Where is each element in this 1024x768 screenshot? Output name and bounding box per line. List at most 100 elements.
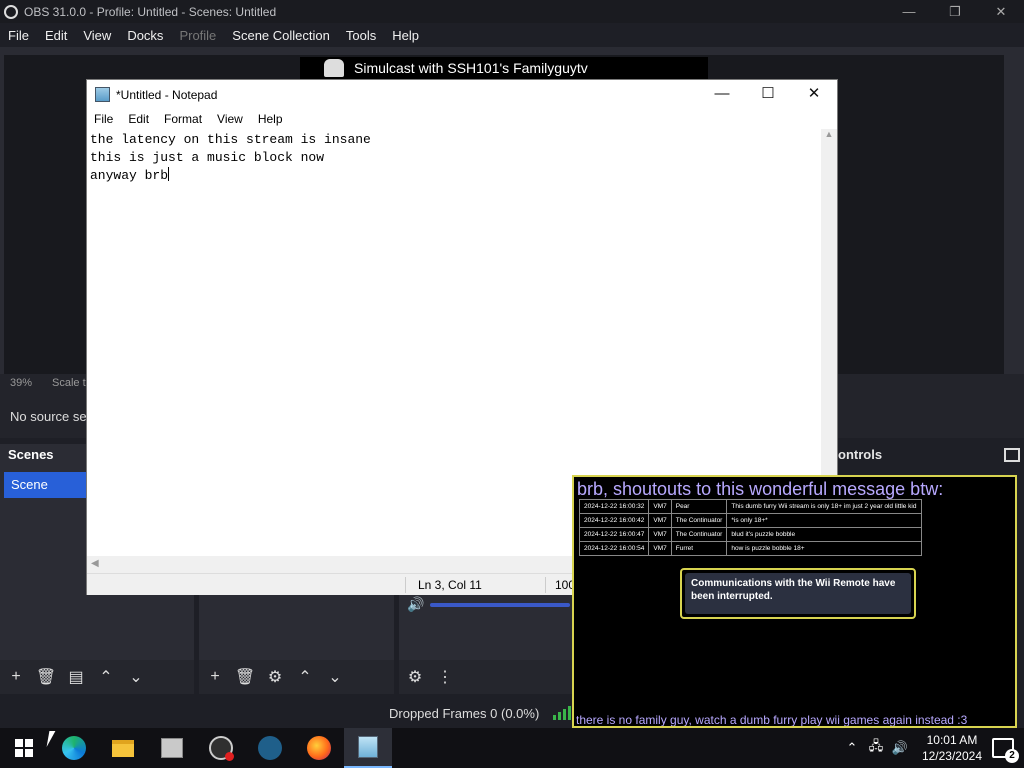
- obs-window-title: OBS 31.0.0 - Profile: Untitled - Scenes:…: [24, 4, 277, 19]
- text-line: anyway brb: [90, 168, 169, 183]
- wii-remote-dialog: Communications with the Wii Remote have …: [680, 568, 916, 619]
- text-line: the latency on this stream is insane: [90, 132, 371, 147]
- source-up-icon[interactable]: ⌃: [295, 667, 315, 687]
- msg-tag: VM7: [648, 499, 672, 514]
- dropped-frames: Dropped Frames 0 (0.0%): [389, 706, 540, 721]
- message-table: 2024-12-22 16:00:32 VM7 Pear This dumb f…: [578, 499, 922, 556]
- notification-icon[interactable]: 2: [992, 738, 1019, 763]
- ghost-icon: [324, 59, 344, 77]
- table-row: 2024-12-22 16:00:42 VM7 The Continuator …: [578, 513, 922, 528]
- notepad-menu-bar: File Edit Format View Help: [87, 109, 837, 129]
- banner-text: Simulcast with SSH101's Familyguytv: [354, 60, 588, 76]
- msg-user: The Continuator: [670, 513, 728, 528]
- desktop: { "obs": { "title": "OBS 31.0.0 - Profil…: [0, 0, 1024, 768]
- obs-icon[interactable]: [197, 728, 245, 768]
- notepad-icon: [95, 87, 110, 102]
- simulcast-banner: Simulcast with SSH101's Familyguytv: [300, 57, 708, 79]
- app-icon[interactable]: [246, 728, 294, 768]
- app-icon[interactable]: [148, 728, 196, 768]
- msg-tag: VM7: [648, 527, 672, 542]
- clock-time: 10:01 AM: [926, 733, 978, 747]
- text-line: this is just a music block now: [90, 150, 325, 165]
- notification-count: 2: [1005, 749, 1019, 763]
- table-row: 2024-12-22 16:00:47 VM7 The Continuator …: [578, 527, 922, 542]
- add-source-icon[interactable]: +: [205, 667, 225, 687]
- clock-date: 12/23/2024: [921, 749, 982, 763]
- obs-menu-view[interactable]: View: [75, 28, 119, 43]
- overlay-heading: brb, shoutouts to this wonderful message…: [577, 479, 944, 499]
- obs-logo-icon: [4, 4, 18, 19]
- edge-icon[interactable]: [50, 728, 98, 768]
- zoom-level: 39%: [10, 377, 33, 389]
- obs-menu-help[interactable]: Help: [384, 28, 427, 43]
- source-down-icon[interactable]: ⌄: [325, 667, 345, 687]
- start-icon[interactable]: [0, 728, 48, 768]
- obs-title-bar: OBS 31.0.0 - Profile: Untitled - Scenes:…: [0, 0, 1024, 23]
- msg-text: *is only 18+*: [726, 513, 922, 528]
- msg-text: This dumb furry Wii stream is only 18+ i…: [726, 499, 922, 514]
- obs-menu-scene-collection[interactable]: Scene Collection: [224, 28, 338, 43]
- notepad-menu-help[interactable]: Help: [251, 112, 291, 126]
- msg-time: 2024-12-22 16:00:54: [578, 541, 650, 556]
- notepad-minimize-button[interactable]: —: [699, 80, 745, 108]
- obs-minimize-button[interactable]: —: [886, 0, 932, 23]
- scroll-up-icon[interactable]: ▲: [821, 129, 837, 139]
- sources-toolbar: + 🗑 ⚙ ⌃ ⌄: [199, 660, 394, 694]
- msg-user: Furret: [670, 541, 728, 556]
- notepad-title: *Untitled - Notepad: [116, 87, 218, 102]
- scroll-left-icon[interactable]: ◀: [91, 558, 99, 569]
- volume-slider[interactable]: [430, 602, 571, 607]
- obs-menu-tools[interactable]: Tools: [338, 28, 384, 43]
- controls-dock-title: ontrols: [838, 447, 883, 462]
- network-icon[interactable]: 🖧: [866, 737, 886, 759]
- obs-menu-edit[interactable]: Edit: [37, 28, 75, 43]
- notepad-menu-file[interactable]: File: [87, 112, 121, 126]
- scene-filters-icon[interactable]: ▤: [66, 667, 86, 687]
- clock[interactable]: 10:01 AM 12/23/2024: [922, 732, 982, 764]
- obs-menu-profile[interactable]: Profile: [171, 28, 224, 43]
- move-up-icon[interactable]: ⌃: [96, 667, 116, 687]
- file-explorer-icon[interactable]: [99, 728, 147, 768]
- msg-user: The Continuator: [670, 527, 728, 542]
- move-down-icon[interactable]: ⌄: [126, 667, 146, 687]
- brb-overlay: brb, shoutouts to this wonderful message…: [572, 475, 1017, 728]
- chevron-up-icon[interactable]: ⌃: [842, 740, 862, 756]
- system-tray: ⌃ 🖧 🔊 10:01 AM 12/23/2024 2: [840, 728, 1024, 768]
- notepad-close-button[interactable]: ✕: [791, 80, 837, 108]
- msg-time: 2024-12-22 16:00:32: [578, 499, 650, 514]
- text-caret: [168, 167, 170, 181]
- notepad-menu-view[interactable]: View: [210, 112, 251, 126]
- obs-menu-file[interactable]: File: [0, 28, 37, 43]
- firefox-icon[interactable]: [295, 728, 343, 768]
- obs-menu-bar: File Edit View Docks Profile Scene Colle…: [0, 23, 1024, 47]
- notepad-menu-format[interactable]: Format: [157, 112, 210, 126]
- obs-menu-docks[interactable]: Docks: [119, 28, 171, 43]
- speaker-icon[interactable]: 🔊: [407, 596, 424, 613]
- add-scene-icon[interactable]: +: [6, 667, 26, 687]
- msg-time: 2024-12-22 16:00:42: [578, 513, 650, 528]
- obs-restore-button[interactable]: ❐: [932, 0, 978, 23]
- undock-icon[interactable]: [1004, 448, 1020, 462]
- msg-tag: VM7: [648, 541, 672, 556]
- msg-time: 2024-12-22 16:00:47: [578, 527, 650, 542]
- mixer-menu-icon[interactable]: ⋮: [435, 667, 455, 687]
- connection-bars-icon: [553, 706, 571, 720]
- taskbar: ⌃ 🖧 🔊 10:01 AM 12/23/2024 2: [0, 728, 1024, 768]
- msg-tag: VM7: [648, 513, 672, 528]
- notepad-taskbar-icon[interactable]: [344, 728, 392, 768]
- obs-close-button[interactable]: ✕: [978, 0, 1024, 23]
- notepad-menu-edit[interactable]: Edit: [121, 112, 157, 126]
- scenes-toolbar: + 🗑 ▤ ⌃ ⌄: [0, 660, 194, 694]
- source-properties-icon[interactable]: ⚙: [265, 667, 285, 687]
- advanced-audio-icon[interactable]: ⚙: [405, 667, 425, 687]
- remove-scene-icon[interactable]: 🗑: [36, 667, 56, 687]
- cursor-position: Ln 3, Col 11: [418, 578, 482, 592]
- msg-text: blud it's puzzle bobble: [726, 527, 922, 542]
- volume-icon[interactable]: 🔊: [890, 740, 910, 756]
- msg-text: how is puzzle bobble 18+: [726, 541, 922, 556]
- notepad-title-bar: *Untitled - Notepad — ☐ ✕: [87, 80, 837, 109]
- notepad-maximize-button[interactable]: ☐: [745, 80, 791, 108]
- table-row: 2024-12-22 16:00:32 VM7 Pear This dumb f…: [578, 499, 922, 514]
- remove-source-icon[interactable]: 🗑: [235, 667, 255, 687]
- table-row: 2024-12-22 16:00:54 VM7 Furret how is pu…: [578, 541, 922, 556]
